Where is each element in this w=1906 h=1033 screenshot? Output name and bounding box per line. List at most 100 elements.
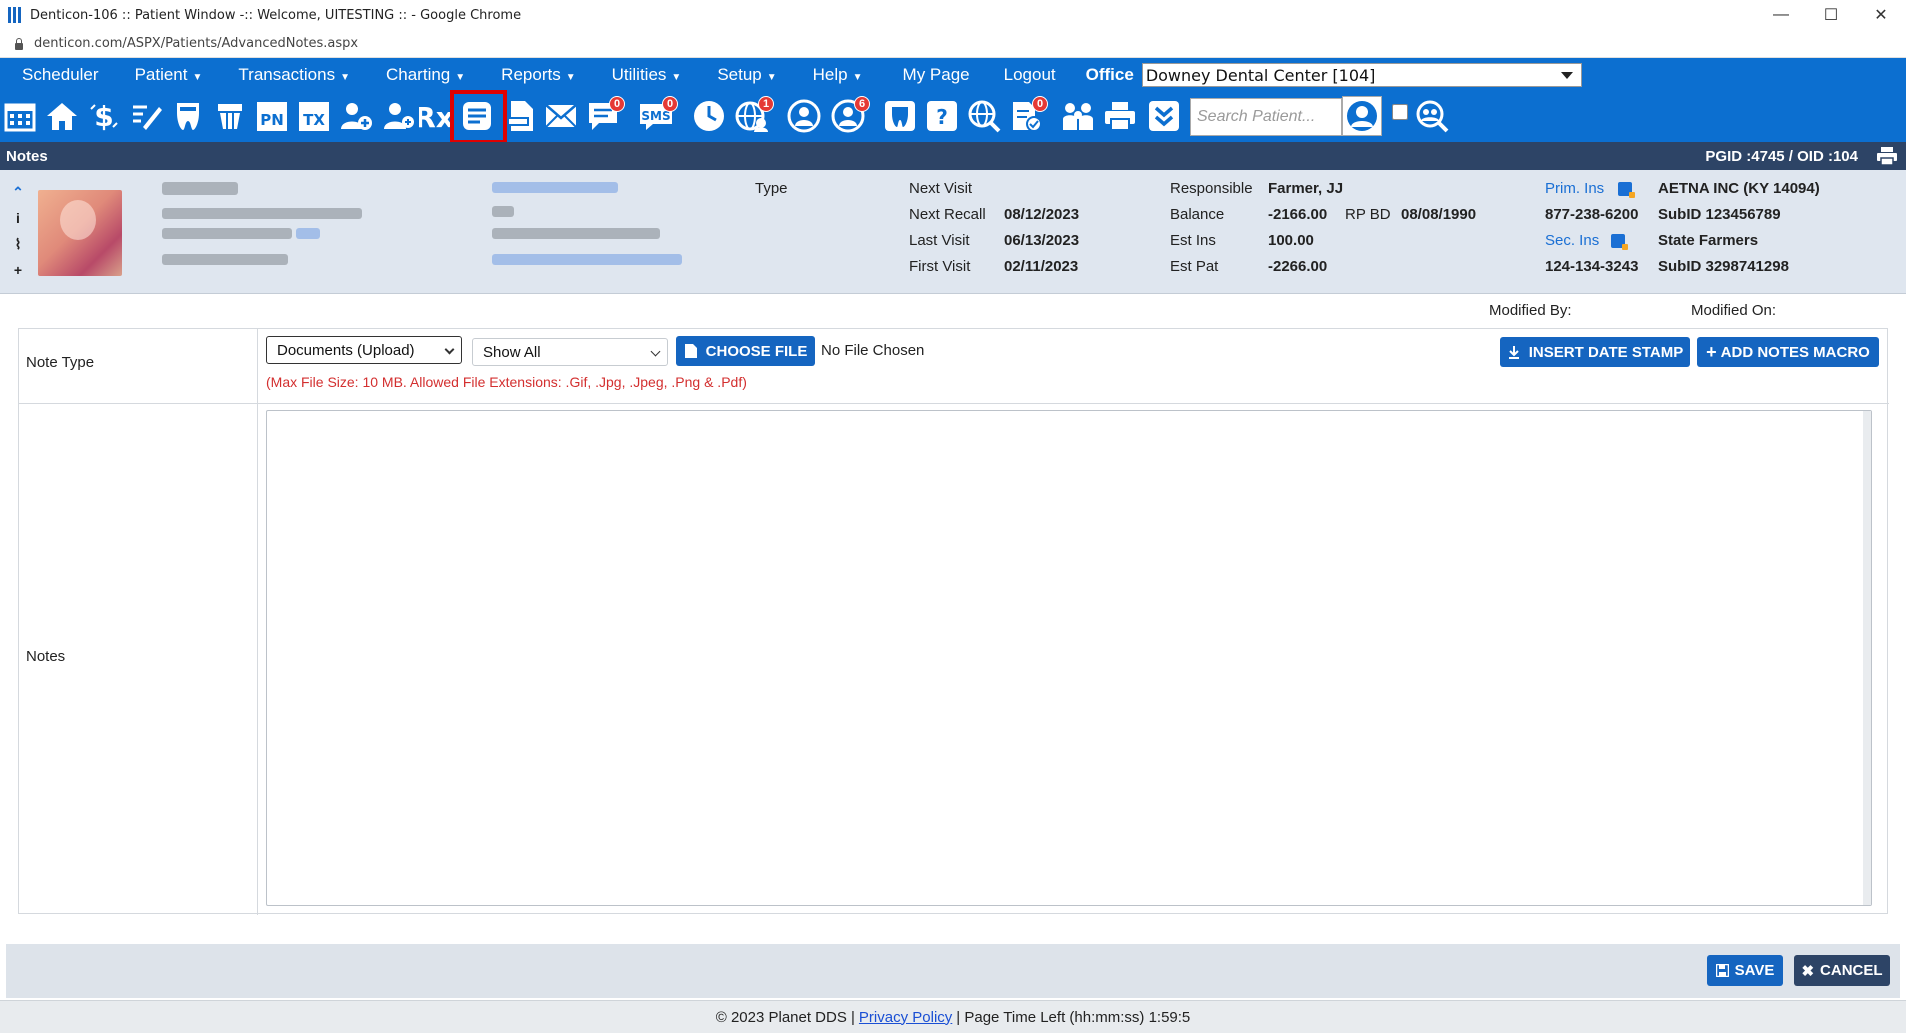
notes-scrollbar[interactable] bbox=[1863, 411, 1871, 905]
portal-chat-icon[interactable]: 6 bbox=[830, 96, 870, 134]
collapse-up-icon[interactable]: ⌃ bbox=[10, 184, 26, 210]
expand-more-icon[interactable] bbox=[1146, 98, 1182, 134]
window-title: Denticon-106 :: Patient Window -:: Welco… bbox=[30, 7, 522, 23]
mail-icon[interactable] bbox=[543, 98, 579, 134]
family-icon[interactable] bbox=[1060, 98, 1096, 134]
section-title: Notes bbox=[6, 147, 48, 165]
patient-photo[interactable] bbox=[38, 190, 122, 276]
attachment-icon[interactable]: ⌇ bbox=[10, 236, 26, 262]
home-icon[interactable] bbox=[44, 98, 80, 134]
tooth-question-icon[interactable]: ? bbox=[924, 98, 960, 134]
prim-phone-value: 877-238-6200 bbox=[1545, 206, 1639, 223]
patient-search-avatar-icon[interactable] bbox=[1342, 96, 1382, 136]
info-icon[interactable]: i bbox=[10, 210, 26, 236]
menu-label: Logout bbox=[1003, 65, 1056, 84]
main-menu: Scheduler Patient ▼ Transactions ▼ Chartin… bbox=[0, 58, 1906, 92]
choose-file-button[interactable]: CHOOSE FILE bbox=[676, 336, 815, 366]
denticon-logo-icon bbox=[8, 7, 22, 23]
sec-ins-link[interactable]: Sec. Ins bbox=[1545, 232, 1599, 249]
group-search-icon[interactable] bbox=[1414, 98, 1450, 134]
messages-icon[interactable]: 0 bbox=[585, 96, 625, 134]
type-label: Type bbox=[755, 180, 788, 197]
forms-badge: 0 bbox=[1032, 96, 1048, 112]
menu-patient[interactable]: Patient ▼ bbox=[113, 65, 203, 85]
form-divider bbox=[257, 329, 258, 915]
svg-text:$: $ bbox=[94, 100, 113, 133]
edit-insurance-icon[interactable] bbox=[1618, 182, 1635, 198]
treatment-plan-icon[interactable]: TX bbox=[296, 98, 332, 134]
cancel-button[interactable]: ✖ CANCEL bbox=[1794, 955, 1890, 986]
web-badge: 1 bbox=[758, 96, 774, 112]
menu-scheduler[interactable]: Scheduler bbox=[0, 65, 99, 85]
menu-logout[interactable]: Logout bbox=[982, 65, 1056, 85]
prim-ins-link[interactable]: Prim. Ins bbox=[1545, 180, 1604, 197]
minimize-button[interactable]: — bbox=[1756, 0, 1806, 30]
menu-label: Transactions bbox=[238, 65, 336, 84]
page-time-left-text: | Page Time Left (hh:mm:ss) 1:59:5 bbox=[956, 1008, 1191, 1026]
menu-setup[interactable]: Setup ▼ bbox=[695, 65, 776, 85]
app-window: Denticon-106 :: Patient Window -:: Welco… bbox=[0, 0, 1906, 1033]
prescription-icon[interactable]: Rx bbox=[418, 98, 454, 134]
edit-insurance-icon[interactable] bbox=[1611, 234, 1628, 250]
menu-my-page[interactable]: My Page bbox=[881, 65, 970, 85]
responsible-label: Responsible bbox=[1170, 180, 1253, 197]
first-visit-value: 02/11/2023 bbox=[1004, 258, 1079, 275]
add-icon[interactable]: + bbox=[10, 262, 26, 288]
sms-icon[interactable]: SMS 0 bbox=[638, 96, 678, 134]
menu-help[interactable]: Help ▼ bbox=[791, 65, 863, 85]
note-type-select[interactable]: Documents (Upload) bbox=[266, 336, 462, 364]
globe-search-icon[interactable] bbox=[966, 98, 1002, 134]
add-notes-macro-label: ADD NOTES MACRO bbox=[1720, 343, 1870, 361]
search-patient-input[interactable]: Search Patient... bbox=[1190, 98, 1342, 136]
dollar-icon[interactable]: $ bbox=[86, 98, 122, 134]
sec-phone-value: 124-134-3243 bbox=[1545, 258, 1639, 275]
no-file-chosen-text: No File Chosen bbox=[821, 342, 925, 359]
insert-date-stamp-button[interactable]: INSERT DATE STAMP bbox=[1500, 337, 1690, 367]
caret-down-icon: ▼ bbox=[192, 72, 203, 83]
printer-icon[interactable] bbox=[1102, 98, 1138, 134]
tooth-icon[interactable] bbox=[170, 98, 206, 134]
url-text[interactable]: denticon.com/ASPX/Patients/AdvancedNotes… bbox=[34, 36, 358, 51]
add-notes-macro-button[interactable]: + ADD NOTES MACRO bbox=[1697, 337, 1879, 367]
address-bar: denticon.com/ASPX/Patients/AdvancedNotes… bbox=[0, 30, 1906, 58]
tooth-square-icon[interactable] bbox=[882, 98, 918, 134]
close-window-button[interactable]: ✕ bbox=[1856, 0, 1906, 30]
calendar-icon[interactable] bbox=[2, 98, 38, 134]
tooth-chart-icon[interactable] bbox=[212, 98, 248, 134]
est-pat-value: -2266.00 bbox=[1268, 258, 1328, 275]
menu-transactions[interactable]: Transactions ▼ bbox=[216, 65, 350, 85]
clock-icon[interactable] bbox=[691, 98, 727, 134]
web-globe-user-icon[interactable]: 1 bbox=[734, 96, 774, 134]
copyright-text: © 2023 Planet DDS | bbox=[715, 1008, 855, 1026]
download-icon bbox=[1508, 346, 1519, 359]
filter-select[interactable]: Show All bbox=[472, 338, 668, 366]
privacy-policy-link[interactable]: Privacy Policy bbox=[859, 1009, 952, 1026]
notes-textarea[interactable] bbox=[266, 410, 1872, 906]
last-visit-value: 06/13/2023 bbox=[1004, 232, 1080, 249]
pn-label: PN bbox=[260, 111, 284, 129]
menu-charting[interactable]: Charting ▼ bbox=[364, 65, 465, 85]
patient-portal-icon[interactable] bbox=[786, 98, 822, 134]
office-label: Office bbox=[1085, 65, 1134, 84]
menu-label: Setup bbox=[717, 65, 762, 84]
add-patient-icon[interactable] bbox=[338, 98, 374, 134]
menu-utilities[interactable]: Utilities ▼ bbox=[590, 65, 682, 85]
maximize-button[interactable]: ☐ bbox=[1806, 0, 1856, 30]
edit-notes-icon[interactable] bbox=[128, 98, 164, 134]
print-icon[interactable] bbox=[1876, 146, 1898, 166]
document-icon[interactable] bbox=[503, 98, 539, 134]
office-value: Downey Dental Center [104] bbox=[1145, 65, 1376, 85]
forms-check-icon[interactable]: 0 bbox=[1008, 96, 1048, 134]
insert-date-stamp-label: INSERT DATE STAMP bbox=[1528, 343, 1684, 361]
office-select[interactable]: Downey Dental Center [104] bbox=[1141, 63, 1582, 87]
toolbar-checkbox[interactable] bbox=[1392, 104, 1408, 120]
rpbd-label: RP BD bbox=[1345, 206, 1391, 223]
progress-notes-icon[interactable]: PN bbox=[254, 98, 290, 134]
family-add-icon[interactable] bbox=[380, 98, 416, 134]
plus-icon: + bbox=[1706, 341, 1717, 362]
notes-label: Notes bbox=[26, 648, 66, 665]
pgid-oid-text: PGID :4745 / OID :104 bbox=[1705, 147, 1858, 165]
menu-reports[interactable]: Reports ▼ bbox=[479, 65, 575, 85]
redacted-patient-name bbox=[162, 182, 238, 195]
save-button[interactable]: SAVE bbox=[1707, 955, 1783, 986]
